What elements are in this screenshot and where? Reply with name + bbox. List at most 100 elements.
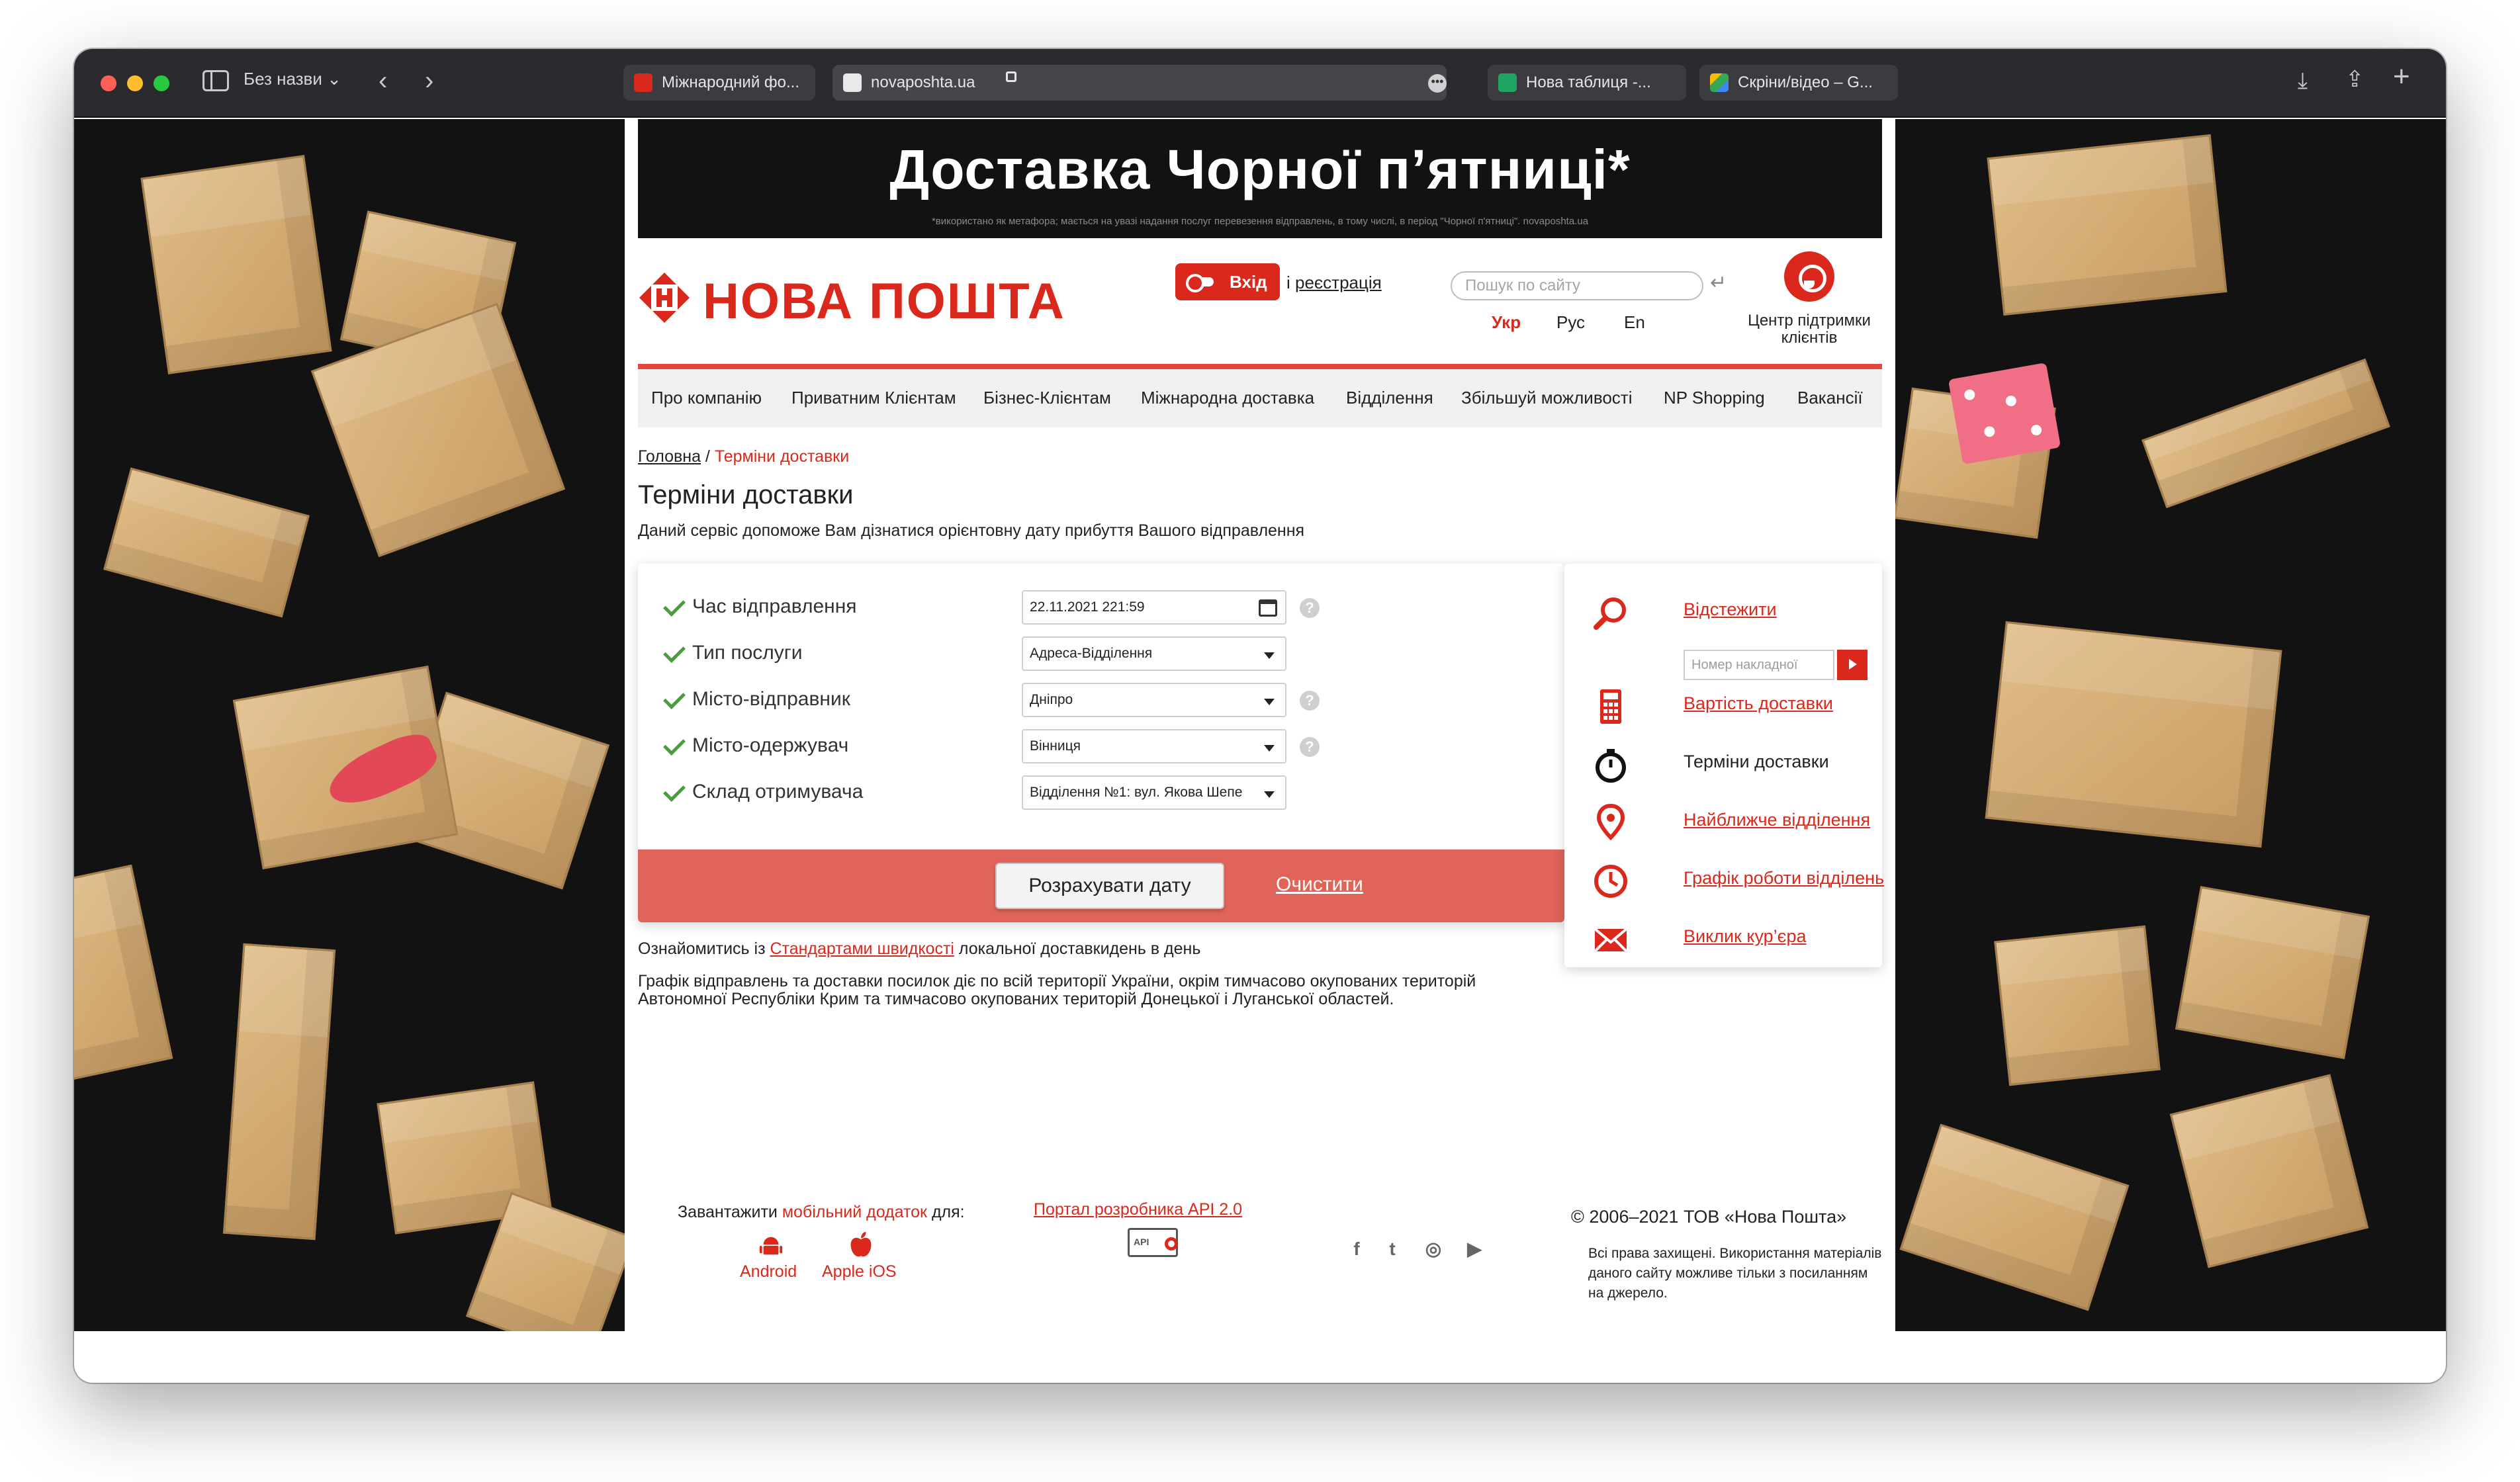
lang-en[interactable]: En	[1624, 312, 1645, 333]
box-illustration	[74, 864, 173, 1081]
new-tab-icon[interactable]: +	[2393, 62, 2410, 91]
lang-ukr[interactable]: Укр	[1492, 312, 1521, 333]
nav-item-np-shopping[interactable]: NP Shopping	[1664, 388, 1765, 408]
minimize-window-button[interactable]	[127, 75, 143, 91]
nav-item-private-clients[interactable]: Приватним Клієнтам	[791, 388, 956, 408]
nav-item-about[interactable]: Про компанію	[651, 388, 762, 408]
sidebar-item-label: Виклик кур’єра	[1684, 926, 1807, 946]
app-prefix: Завантажити	[678, 1203, 782, 1221]
sidebar-item-terms[interactable]: Терміни доставки	[1591, 742, 1869, 789]
breadcrumb-separator: /	[700, 447, 715, 466]
sender-city-select[interactable]: Дніпро	[1022, 683, 1286, 717]
sidebar-toggle-icon[interactable]	[202, 70, 229, 91]
lang-rus[interactable]: Рус	[1556, 312, 1585, 333]
instagram-icon[interactable]: ◎	[1421, 1237, 1445, 1261]
app-suffix: для:	[927, 1203, 965, 1221]
track-submit-button[interactable]	[1837, 650, 1868, 680]
send-time-label: Час відправлення	[692, 595, 857, 617]
enter-icon[interactable]: ↵	[1710, 271, 1727, 294]
share-icon[interactable]: ⇪	[2345, 66, 2364, 93]
nav-item-branches[interactable]: Відділення	[1346, 388, 1433, 408]
check-icon	[663, 594, 686, 617]
nav-item-business-clients[interactable]: Бізнес-Клієнтам	[983, 388, 1111, 408]
track-link[interactable]: Відстежити	[1684, 599, 1777, 620]
services-sidebar: Відстежити Вартість доставки	[1564, 564, 1884, 967]
send-time-field[interactable]: 22.11.2021 221:59	[1022, 590, 1286, 625]
speed-standards-link[interactable]: Стандартами швидкості	[770, 939, 954, 958]
nav-item-vacancies[interactable]: Вакансії	[1797, 388, 1863, 408]
form-actions-bar: Розрахувати дату Очистити	[638, 850, 1564, 922]
check-icon	[663, 640, 686, 663]
nav-item-opportunities[interactable]: Збільшуй можливості	[1461, 388, 1633, 408]
promo-banner[interactable]: Доставка Чорної п’ятниці* *використано я…	[638, 119, 1882, 238]
help-icon[interactable]: ?	[1300, 737, 1320, 757]
address-bar[interactable]: novaposhta.ua	[832, 65, 1447, 101]
support-icon[interactable]	[1784, 251, 1834, 302]
tab-group-title[interactable]: Без назви ⌄	[244, 69, 341, 89]
calculator-icon	[1600, 689, 1621, 724]
box-illustration	[1987, 134, 2228, 316]
support-center-link[interactable]: Центр підтримки клієнтів	[1736, 312, 1882, 347]
register-link[interactable]: і реєстрація	[1286, 273, 1382, 293]
login-button[interactable]: Вхід	[1175, 263, 1280, 300]
address-text: novaposhta.ua	[871, 73, 975, 91]
service-type-value: Адреса-Відділення	[1030, 646, 1153, 661]
calendar-icon[interactable]	[1259, 599, 1277, 617]
nav-item-international[interactable]: Міжнародна доставка	[1141, 388, 1314, 408]
more-options-icon[interactable]: •••	[1428, 74, 1447, 93]
ios-link[interactable]: Apple iOS	[822, 1262, 897, 1282]
breadcrumb-home[interactable]: Головна	[638, 447, 701, 466]
sidebar-item-label: Терміни доставки	[1684, 752, 1829, 771]
sidebar-item-cost[interactable]: Вартість доставки	[1591, 684, 1869, 730]
close-window-button[interactable]	[101, 75, 116, 91]
android-link[interactable]: Android	[740, 1262, 797, 1282]
magnifier-icon	[1594, 597, 1626, 630]
youtube-icon[interactable]: ▶	[1462, 1237, 1486, 1261]
site-search-input[interactable]	[1451, 271, 1703, 300]
logo-wordmark: НОВА ПОШТА	[703, 273, 1065, 329]
service-type-select[interactable]: Адреса-Відділення	[1022, 636, 1286, 671]
sheets-favicon-icon	[1498, 73, 1517, 92]
novaposhta-logo-icon	[639, 273, 690, 323]
tab-drive[interactable]: Скріни/відео – G...	[1699, 65, 1898, 101]
page-favicon-icon	[843, 73, 862, 92]
forward-arrow-icon[interactable]: ›	[425, 67, 433, 94]
page-title: Терміни доставки	[638, 480, 854, 509]
mobile-app-link[interactable]: мобільний додаток	[782, 1203, 927, 1221]
form-row-sender-city: Місто-відправник Дніпро ?	[663, 683, 1538, 722]
sidebar-item-label: Найближче відділення	[1684, 810, 1871, 830]
chevron-down-icon	[1264, 791, 1275, 798]
page-description: Даний сервіс допоможе Вам дізнатися оріє…	[638, 521, 1305, 540]
apple-icon[interactable]	[848, 1231, 874, 1258]
zoom-window-button[interactable]	[154, 75, 169, 91]
sidebar-item-courier[interactable]: Виклик кур’єра	[1591, 917, 1869, 963]
calculate-date-button[interactable]: Розрахувати дату	[995, 863, 1224, 909]
tab-international[interactable]: Міжнародний фо...	[623, 65, 815, 101]
background-art-left	[74, 119, 625, 1331]
webpage: Доставка Чорної п’ятниці* *використано я…	[625, 119, 1895, 1331]
recipient-city-select[interactable]: Вінниця	[1022, 729, 1286, 763]
android-icon[interactable]	[758, 1233, 784, 1258]
help-icon[interactable]: ?	[1300, 691, 1320, 711]
box-illustration	[2169, 1074, 2369, 1268]
waybill-number-input[interactable]	[1684, 650, 1834, 680]
download-icon[interactable]: ⤓	[2298, 67, 2308, 94]
form-row-recipient-warehouse: Склад отримувача Відділення №1: вул. Яко…	[663, 775, 1538, 815]
api-portal-link[interactable]: Портал розробника API 2.0	[1034, 1200, 1242, 1219]
recipient-warehouse-select[interactable]: Відділення №1: вул. Якова Шепе	[1022, 775, 1286, 810]
box-illustration	[103, 467, 310, 618]
twitter-icon[interactable]: t	[1380, 1237, 1404, 1261]
help-icon[interactable]: ?	[1300, 598, 1320, 618]
service-type-label: Тип послуги	[692, 642, 803, 664]
facebook-icon[interactable]: f	[1345, 1237, 1369, 1261]
back-arrow-icon[interactable]: ‹	[379, 67, 387, 94]
note-suffix: локальної доставкидень в день	[954, 939, 1201, 958]
clear-link[interactable]: Очистити	[1276, 873, 1363, 896]
tab-new-sheet[interactable]: Нова таблиця -...	[1488, 65, 1686, 101]
login-label: Вхід	[1230, 272, 1267, 292]
check-icon	[663, 687, 686, 709]
sidebar-item-nearest-branch[interactable]: Найближче відділення	[1591, 801, 1871, 847]
tab-label: Міжнародний фо...	[662, 73, 799, 91]
page-content: Доставка Чорної п’ятниці* *використано я…	[638, 119, 1884, 1331]
sidebar-item-schedule[interactable]: Графік роботи відділень	[1591, 859, 1884, 905]
